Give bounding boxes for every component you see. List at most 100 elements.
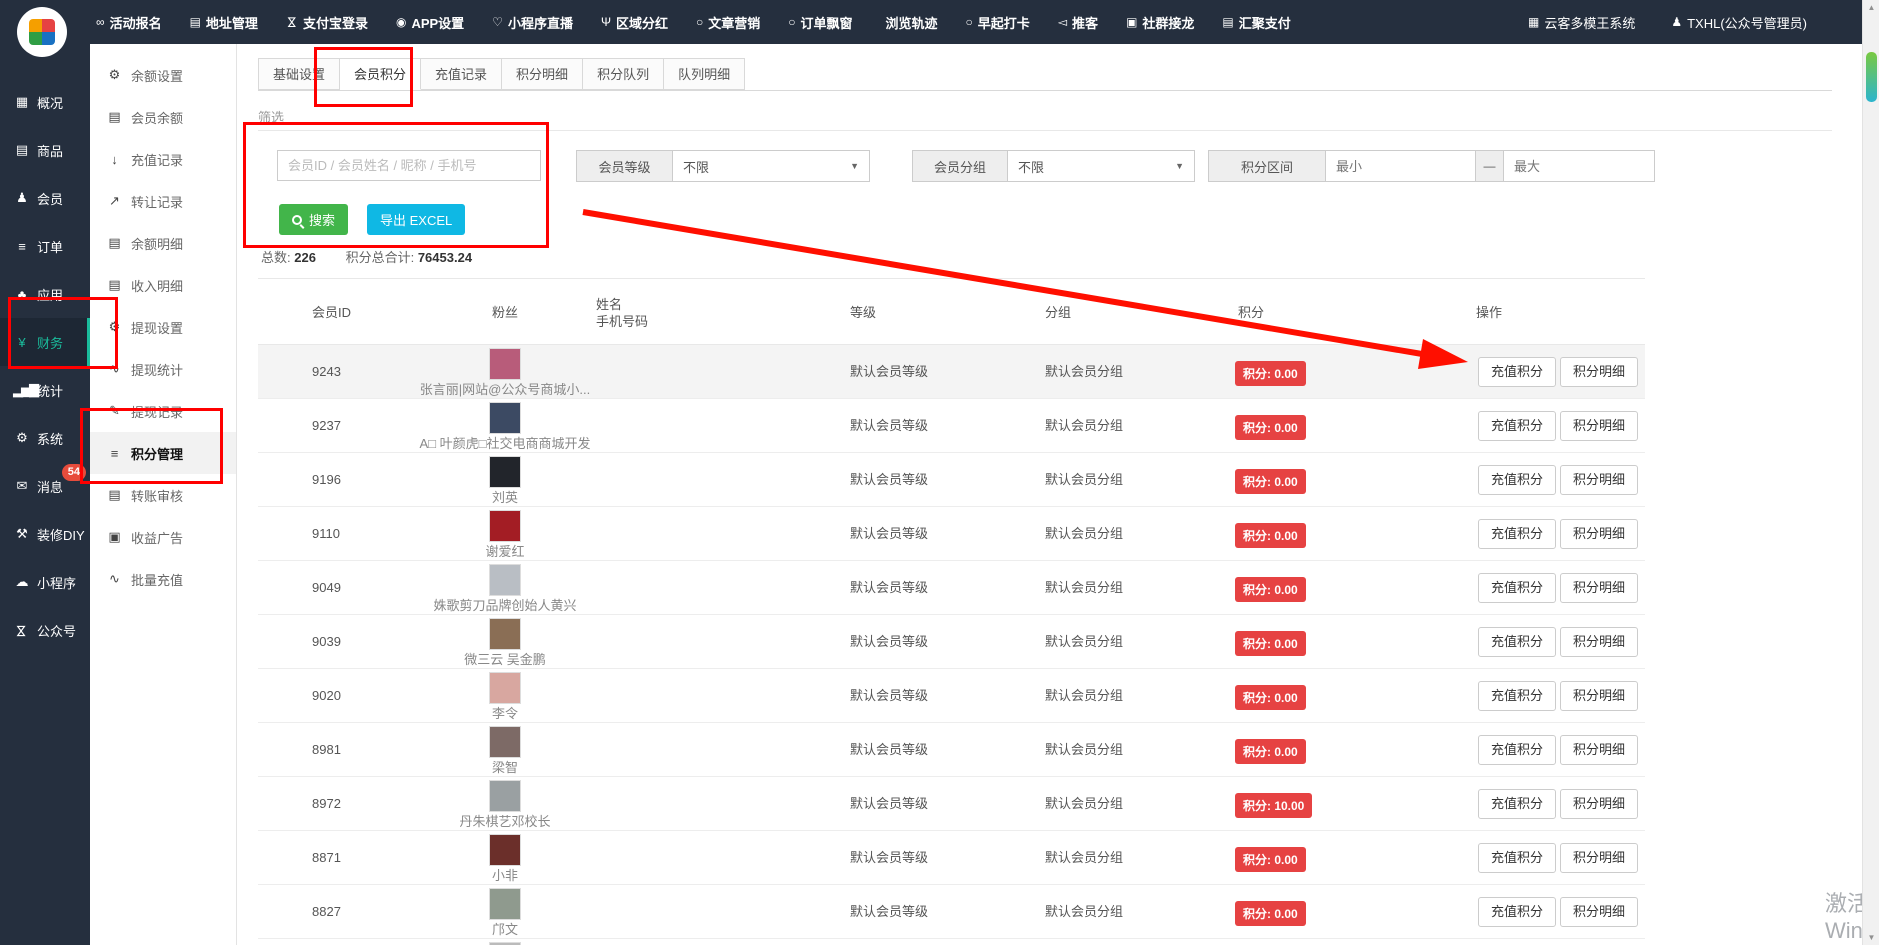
submenu-item[interactable]: ∿ 提现统计 (90, 348, 236, 390)
points-detail-button[interactable]: 积分明细 (1560, 411, 1638, 441)
nav-menu-item[interactable]: ◅ 推客 (1058, 13, 1098, 32)
member-level-select[interactable]: 不限 ▼ (673, 150, 870, 182)
search-button[interactable]: 搜索 (279, 204, 348, 235)
points-min-input[interactable] (1326, 150, 1476, 182)
tab[interactable]: 积分明细 (502, 58, 583, 90)
col-header-actions: 操作 (1476, 279, 1502, 346)
points-detail-button[interactable]: 积分明细 (1560, 735, 1638, 765)
submenu-item[interactable]: ▤ 会员余额 (90, 96, 236, 138)
points-detail-button[interactable]: 积分明细 (1560, 627, 1638, 657)
sidebar-item[interactable]: ☁ 小程序 (0, 558, 90, 606)
heart-icon: ♡ (492, 15, 503, 29)
points-detail-button[interactable]: 积分明细 (1560, 789, 1638, 819)
submenu-item[interactable]: ▤ 收入明细 (90, 264, 236, 306)
sidebar-item[interactable]: ▤ 商品 (0, 126, 90, 174)
sidebar-item[interactable]: ▦ 概况 (0, 78, 90, 126)
points-detail-button[interactable]: 积分明细 (1560, 897, 1638, 927)
recharge-points-button[interactable]: 充值积分 (1478, 411, 1556, 441)
nav-menu-item-label: 汇聚支付 (1239, 13, 1291, 32)
submenu-item[interactable]: ⚙ 提现设置 (90, 306, 236, 348)
sidebar-item[interactable]: ⚒ 装修DIY (0, 510, 90, 558)
recharge-points-button[interactable]: 充值积分 (1478, 357, 1556, 387)
member-level-cell: 默认会员等级 (850, 453, 928, 507)
submenu-item[interactable]: ✎ 提现记录 (90, 390, 236, 432)
submenu-item[interactable]: ↗ 转让记录 (90, 180, 236, 222)
member-level-cell: 默认会员等级 (850, 885, 928, 939)
nav-menu-item[interactable]: ♡ 小程序直播 (492, 13, 573, 32)
recharge-points-button[interactable]: 充值积分 (1478, 843, 1556, 873)
sidebar-item[interactable]: ▂▅▇ 统计 (0, 366, 90, 414)
points-detail-button[interactable]: 积分明细 (1560, 681, 1638, 711)
gear-icon: ⚙ (107, 67, 122, 83)
scroll-up-icon[interactable] (1863, 3, 1879, 12)
points-range-filter: 积分区间 — (1208, 150, 1655, 182)
grid-icon: ▦ (1528, 15, 1539, 29)
member-group-label: 会员分组 (912, 150, 1008, 182)
sidebar-item[interactable]: ⚙ 系统 (0, 414, 90, 462)
nav-menu-item[interactable]: Ψ 区域分红 (601, 13, 668, 32)
dashboard-icon: ▦ (13, 94, 29, 110)
coins-icon: ≡ (107, 446, 122, 461)
system-name-link[interactable]: ▦ 云客多模王系统 (1528, 13, 1635, 32)
nav-menu-item[interactable]: ○ 订单飘窗 (788, 13, 852, 32)
nav-menu-item[interactable]: ⋈ 支付宝登录 (286, 13, 368, 32)
tab[interactable]: 积分队列 (583, 58, 664, 90)
points-detail-button[interactable]: 积分明细 (1560, 357, 1638, 387)
tab[interactable]: 队列明细 (664, 58, 745, 90)
points-total-value: 76453.24 (418, 250, 472, 265)
recharge-points-button[interactable]: 充值积分 (1478, 681, 1556, 711)
recharge-points-button[interactable]: 充值积分 (1478, 789, 1556, 819)
vertical-scrollbar[interactable] (1862, 0, 1879, 945)
member-group-select[interactable]: 不限 ▼ (1008, 150, 1195, 182)
sidebar-item[interactable]: ♟ 会员 (0, 174, 90, 222)
line-chart-icon: ∿ (107, 361, 122, 377)
tab[interactable]: 充值记录 (421, 58, 502, 90)
member-group-cell: 默认会员分组 (1045, 777, 1123, 831)
recharge-points-button[interactable]: 充值积分 (1478, 627, 1556, 657)
submenu-item[interactable]: ∿ 批量充值 (90, 558, 236, 600)
nav-menu-item[interactable]: 浏览轨迹 (881, 13, 938, 32)
recharge-points-button[interactable]: 充值积分 (1478, 465, 1556, 495)
tab[interactable]: 会员积分 (340, 58, 421, 90)
navbar-right: ▦ 云客多模王系统 ♟ TXHL(公众号管理员) (1528, 0, 1807, 44)
points-detail-button[interactable]: 积分明细 (1560, 573, 1638, 603)
submenu-item[interactable]: ▤ 转账审核 (90, 474, 236, 516)
total-value: 226 (294, 250, 316, 265)
sidebar-item[interactable]: ⋈ 公众号 (0, 606, 90, 654)
submenu-item[interactable]: ▤ 余额明细 (90, 222, 236, 264)
sidebar-item[interactable]: ♣ 应用 (0, 270, 90, 318)
recharge-points-button[interactable]: 充值积分 (1478, 519, 1556, 549)
submenu-item[interactable]: ↓ 充值记录 (90, 138, 236, 180)
tab[interactable]: 基础设置 (258, 58, 340, 90)
submenu-item[interactable]: ▣ 收益广告 (90, 516, 236, 558)
points-detail-button[interactable]: 积分明细 (1560, 519, 1638, 549)
nav-menu-item[interactable]: ○ 早起打卡 (966, 13, 1030, 32)
nav-menu-item[interactable]: ◉ APP设置 (396, 13, 464, 32)
recharge-points-button[interactable]: 充值积分 (1478, 573, 1556, 603)
user-account-link[interactable]: ♟ TXHL(公众号管理员) (1671, 13, 1807, 32)
nav-menu-item[interactable]: ∞ 活动报名 (96, 13, 162, 32)
points-max-input[interactable] (1503, 150, 1655, 182)
scroll-down-icon[interactable] (1863, 933, 1879, 942)
export-excel-button[interactable]: 导出 EXCEL (367, 204, 465, 235)
nav-menu-item-label: APP设置 (411, 13, 464, 32)
sidebar-item[interactable]: ✉ 消息 54 (0, 462, 90, 510)
points-detail-button[interactable]: 积分明细 (1560, 465, 1638, 495)
table-row: 8981 梁智 默认会员等级 默认会员分组 积分: 0.00 充值积分 积分明细 (258, 723, 1645, 777)
recharge-points-button[interactable]: 充值积分 (1478, 897, 1556, 927)
nav-menu-item[interactable]: ○ 文章营销 (696, 13, 760, 32)
nav-menu-item[interactable]: ▤ 汇聚支付 (1222, 13, 1290, 32)
table-row: 9020 李令 默认会员等级 默认会员分组 积分: 0.00 充值积分 积分明细 (258, 669, 1645, 723)
top-navbar: ∞ 活动报名 ▤ 地址管理 ⋈ 支付宝登录 ◉ APP设置 ♡ 小程序直播 Ψ … (0, 0, 1879, 44)
recharge-points-button[interactable]: 充值积分 (1478, 735, 1556, 765)
sidebar-item[interactable]: ≡ 订单 (0, 222, 90, 270)
submenu-item[interactable]: ≡ 积分管理 (90, 432, 236, 474)
points-detail-button[interactable]: 积分明细 (1560, 843, 1638, 873)
sidebar-item[interactable]: ¥ 财务 (0, 318, 90, 366)
nav-menu-item[interactable]: ▣ 社群接龙 (1126, 13, 1194, 32)
nav-menu-item[interactable]: ▤ 地址管理 (190, 13, 258, 32)
scrollbar-thumb[interactable] (1866, 52, 1877, 102)
submenu-item[interactable]: ⚙ 余额设置 (90, 54, 236, 96)
avatar (489, 780, 521, 812)
member-search-input[interactable] (277, 150, 541, 181)
